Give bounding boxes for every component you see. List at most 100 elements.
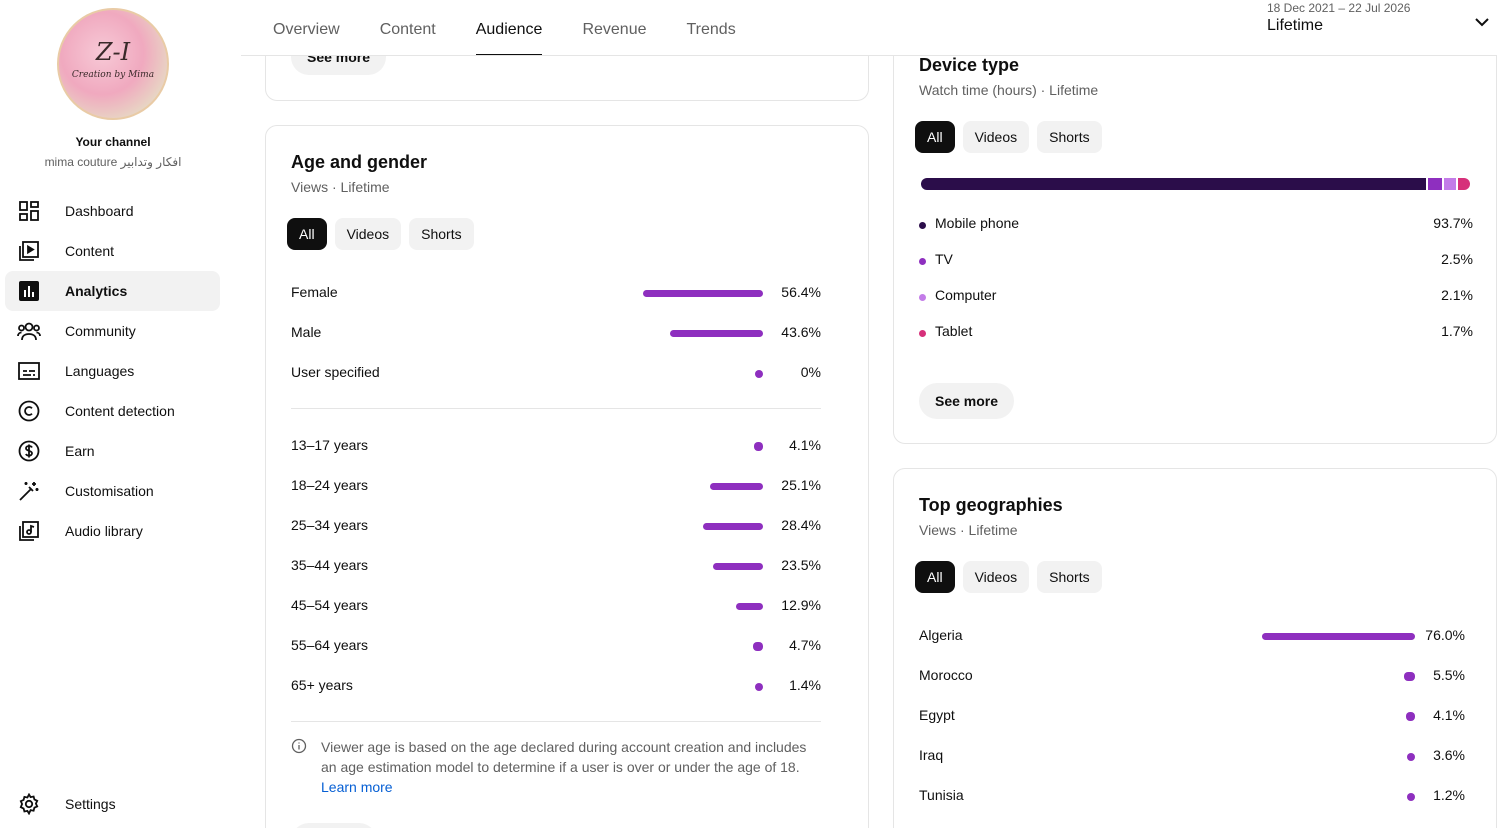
sidebar-item-label: Customisation — [65, 483, 154, 499]
row-label: Female — [291, 284, 338, 300]
row-value: 56.4% — [781, 284, 821, 300]
row-value: 2.5% — [1441, 251, 1473, 267]
sidebar-item-audio-library[interactable]: Audio library — [5, 511, 220, 551]
geo-row: Iraq 3.6% — [919, 747, 1465, 767]
avatar-subtext: Creation by Mima — [71, 70, 155, 80]
row-label: Computer — [935, 287, 997, 303]
row-bar — [1262, 633, 1415, 640]
sidebar: Z-I Creation by Mima Your channel mima c… — [0, 0, 240, 828]
chip-shorts[interactable]: Shorts — [1037, 121, 1102, 153]
gender-list: Female 56.4% Male 43.6% User specified 0… — [291, 284, 821, 394]
row-bar — [755, 370, 763, 378]
age-row: 35–44 years 23.5% — [291, 557, 821, 577]
tab-trends[interactable]: Trends — [687, 0, 736, 56]
chip-all[interactable]: All — [915, 561, 955, 593]
see-more-button-partial[interactable] — [291, 823, 377, 828]
row-label: 25–34 years — [291, 517, 369, 533]
row-label: Mobile phone — [935, 215, 1020, 231]
row-label: User specified — [291, 364, 380, 380]
date-range-label[interactable]: 18 Dec 2021 – 22 Jul 2026 — [1267, 1, 1410, 15]
row-label: 55–64 years — [291, 637, 369, 653]
age-row: 65+ years 1.4% — [291, 677, 821, 697]
sidebar-item-dashboard[interactable]: Dashboard — [5, 191, 220, 231]
row-label: Male — [291, 324, 322, 340]
row-value: 3.6% — [1433, 747, 1465, 763]
chip-videos[interactable]: Videos — [962, 121, 1030, 153]
row-value: 4.1% — [789, 437, 821, 453]
channel-title: Your channel — [75, 135, 151, 149]
chip-all[interactable]: All — [915, 121, 955, 153]
see-more-button[interactable]: See more — [919, 383, 1015, 419]
info-icon[interactable] — [291, 738, 307, 759]
analytics-icon — [17, 279, 41, 303]
tab-revenue[interactable]: Revenue — [582, 0, 646, 56]
divider — [291, 721, 821, 722]
row-label: 18–24 years — [291, 477, 369, 493]
sidebar-item-languages[interactable]: Languages — [5, 351, 220, 391]
row-value: 93.7% — [1433, 215, 1473, 231]
chip-videos[interactable]: Videos — [962, 561, 1030, 593]
legend-dot — [919, 258, 926, 265]
row-bar — [710, 483, 763, 490]
card-title: Age and gender — [291, 152, 428, 172]
sidebar-item-label: Content — [65, 243, 115, 259]
sidebar-item-content-detection[interactable]: Content detection — [5, 391, 220, 431]
period-selector[interactable]: Lifetime — [1267, 17, 1323, 35]
row-label: 65+ years — [291, 677, 353, 693]
chip-shorts[interactable]: Shorts — [409, 218, 474, 250]
sidebar-item-content[interactable]: Content — [5, 231, 220, 271]
tab-audience[interactable]: Audience — [475, 0, 542, 56]
sidebar-item-label: Audio library — [65, 523, 143, 539]
audio-library-icon — [17, 519, 41, 543]
row-label: Algeria — [919, 627, 963, 643]
sidebar-item-customisation[interactable]: Customisation — [5, 471, 220, 511]
row-value: 1.4% — [789, 677, 821, 693]
learn-more-link[interactable]: Learn more — [321, 779, 393, 795]
sidebar-item-earn[interactable]: Earn — [5, 431, 220, 471]
row-value: 4.7% — [789, 637, 821, 653]
channel-avatar[interactable]: Z-I Creation by Mima — [57, 8, 169, 120]
row-label: 35–44 years — [291, 557, 369, 573]
chip-all[interactable]: All — [287, 218, 327, 250]
dollar-icon — [17, 439, 41, 463]
sidebar-item-community[interactable]: Community — [5, 311, 220, 351]
row-value: 23.5% — [781, 557, 821, 573]
chip-shorts[interactable]: Shorts — [1037, 561, 1102, 593]
divider — [291, 408, 821, 409]
gender-row: Male 43.6% — [291, 324, 821, 344]
card-subtitle: Watch time (hours) · Lifetime — [919, 82, 1099, 98]
row-label: Tunisia — [919, 787, 964, 803]
age-note: Viewer age is based on the age declared … — [321, 737, 821, 797]
legend-dot — [919, 330, 926, 337]
sidebar-settings: Settings — [5, 784, 220, 824]
sidebar-item-analytics[interactable]: Analytics — [5, 271, 220, 311]
row-value: 28.4% — [781, 517, 821, 533]
content-icon — [17, 239, 41, 263]
row-bar — [1407, 793, 1415, 801]
chevron-down-icon[interactable] — [1473, 13, 1491, 36]
top-geographies-card: Top geographies Views · Lifetime All Vid… — [893, 468, 1497, 828]
tab-overview[interactable]: Overview — [273, 0, 340, 56]
languages-icon — [17, 359, 41, 383]
device-row: TV 2.5% — [919, 251, 1473, 271]
sidebar-item-label: Languages — [65, 363, 135, 379]
device-row: Mobile phone 93.7% — [919, 215, 1473, 235]
age-list: 13–17 years 4.1% 18–24 years 25.1% 25–34… — [291, 437, 821, 697]
stacked-segment-tablet — [1458, 178, 1470, 190]
device-legend: Mobile phone 93.7% TV 2.5% Computer 2.1%… — [919, 215, 1473, 345]
device-stacked-bar — [921, 178, 1470, 190]
stacked-segment-mobile — [921, 178, 1426, 190]
card-title: Top geographies — [919, 495, 1063, 515]
age-row: 13–17 years 4.1% — [291, 437, 821, 457]
geo-row: Tunisia 1.2% — [919, 787, 1465, 807]
row-bar — [1404, 672, 1415, 681]
geo-row: Egypt 4.1% — [919, 707, 1465, 727]
sidebar-item-settings[interactable]: Settings — [5, 784, 220, 824]
row-label: TV — [935, 251, 953, 267]
geo-row: Algeria 76.0% — [919, 627, 1465, 647]
avatar-monogram: Z-I — [95, 38, 131, 66]
gender-row: Female 56.4% — [291, 284, 821, 304]
chip-videos[interactable]: Videos — [334, 218, 402, 250]
dashboard-icon — [17, 199, 41, 223]
tab-content[interactable]: Content — [380, 0, 436, 56]
